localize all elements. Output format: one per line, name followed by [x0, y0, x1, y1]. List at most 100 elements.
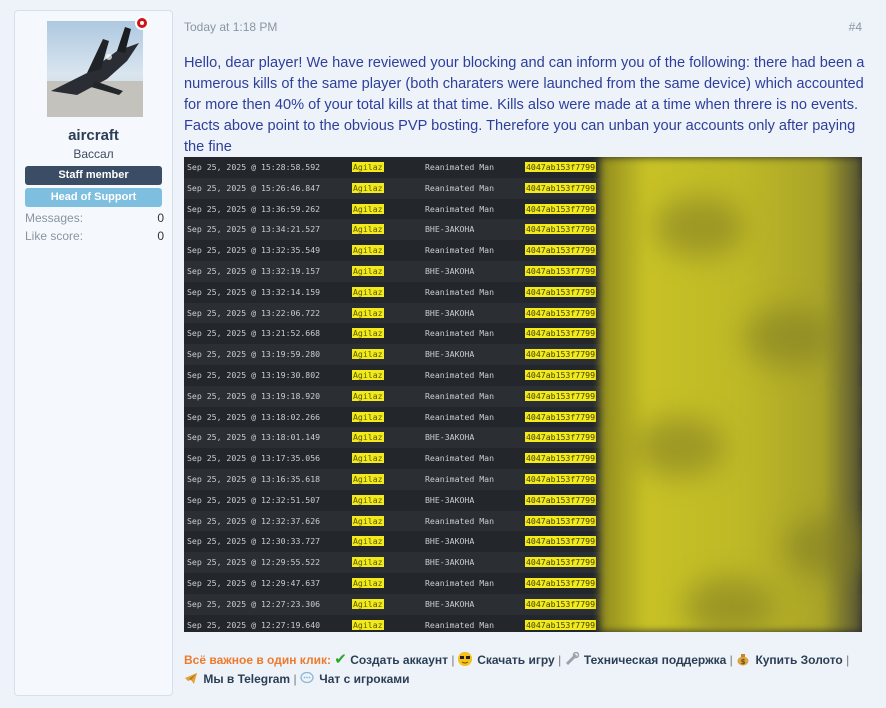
log-player-name: Agilaz	[352, 370, 384, 380]
log-character: Reanimated Man	[425, 162, 495, 172]
stat-label: Messages:	[25, 211, 84, 225]
redacted-blur	[744, 307, 834, 367]
username[interactable]: aircraft	[15, 127, 172, 144]
like-score-stat: Like score: 0	[25, 229, 164, 243]
log-device-id: 4047ab153f7799	[525, 557, 597, 568]
log-time: Sep 25, 2025 @ 13:32:35.549	[187, 245, 321, 256]
log-character: Reanimated Man	[425, 286, 495, 297]
log-player-name: Agilaz	[352, 598, 384, 609]
signature-link[interactable]: ✔ Создать аккаунт	[334, 651, 448, 668]
log-time: Sep 25, 2025 @ 12:27:19.640	[187, 619, 321, 630]
log-time: Sep 25, 2025 @ 15:26:46.847	[187, 182, 321, 193]
log-player-name: Agilaz	[352, 474, 384, 484]
log-device-id: 4047ab153f7799	[525, 578, 597, 588]
log-device-id: 4047ab153f7799	[525, 182, 597, 193]
log-time: Sep 25, 2025 @ 13:17:35.056	[187, 453, 321, 464]
signature-separator: |	[558, 653, 562, 667]
stat-label: Like score:	[25, 229, 84, 243]
kill-log-image[interactable]: Sep 25, 2025 @ 15:28:58.592 Agilaz Reanima…	[184, 157, 862, 632]
log-device-id: 4047ab153f7799	[525, 266, 597, 276]
log-time: Sep 25, 2025 @ 12:32:37.626	[187, 515, 321, 526]
svg-text:$: $	[741, 658, 746, 666]
signature: Всё важное в один клик: ✔ Создать аккаун…	[184, 650, 864, 689]
log-player-name: Agilaz	[352, 557, 384, 568]
signature-link-label: Скачать игру	[477, 653, 555, 667]
log-player-name: Agilaz	[352, 182, 384, 193]
log-time: Sep 25, 2025 @ 13:19:59.280	[187, 349, 321, 360]
log-player-name: Agilaz	[352, 536, 384, 547]
signature-separator: |	[729, 653, 733, 667]
log-character: Reanimated Man	[425, 245, 495, 256]
log-device-id: 4047ab153f7799	[525, 619, 597, 630]
log-character: Reanimated Man	[425, 370, 495, 380]
log-device-id: 4047ab153f7799	[525, 474, 597, 484]
signature-link-label: Мы в Telegram	[203, 672, 291, 686]
online-status-icon	[135, 16, 149, 30]
wrench-icon	[565, 651, 579, 666]
user-sidebar: aircraft Вассал Staff member Head of Sup…	[14, 10, 173, 696]
log-device-id: 4047ab153f7799	[525, 411, 597, 422]
log-device-id: 4047ab153f7799	[525, 432, 597, 443]
post-message: Hello, dear player! We have reviewed you…	[184, 55, 865, 155]
log-character: Reanimated Man	[425, 578, 495, 588]
log-device-id: 4047ab153f7799	[525, 162, 597, 172]
log-character: ВНЕ-ЗАКОНА	[425, 432, 475, 443]
log-character: Reanimated Man	[425, 203, 495, 214]
log-player-name: Agilaz	[352, 203, 384, 214]
redacted-blur	[634, 417, 724, 477]
log-time: Sep 25, 2025 @ 13:32:14.159	[187, 286, 321, 297]
check-icon: ✔	[334, 651, 347, 668]
log-player-name: Agilaz	[352, 349, 384, 360]
stat-value: 0	[157, 229, 164, 243]
log-time: Sep 25, 2025 @ 13:19:30.802	[187, 370, 321, 380]
log-character: ВНЕ-ЗАКОНА	[425, 536, 475, 547]
head-of-support-banner: Head of Support	[25, 188, 162, 207]
log-player-name: Agilaz	[352, 578, 384, 588]
log-device-id: 4047ab153f7799	[525, 245, 597, 256]
post-date[interactable]: Today at 1:18 PM	[184, 20, 277, 34]
signature-lead: Всё важное в один клик:	[184, 653, 331, 667]
log-time: Sep 25, 2025 @ 12:27:23.306	[187, 598, 321, 609]
log-character: ВНЕ-ЗАКОНА	[425, 307, 475, 318]
forum-post: aircraft Вассал Staff member Head of Sup…	[0, 0, 886, 708]
log-device-id: 4047ab153f7799	[525, 370, 597, 380]
log-character: Reanimated Man	[425, 390, 495, 401]
log-time: Sep 25, 2025 @ 13:16:35.618	[187, 474, 321, 484]
signature-link-label: Купить Золото	[755, 653, 843, 667]
log-player-name: Agilaz	[352, 494, 384, 505]
signature-link[interactable]: Скачать игру	[457, 652, 555, 667]
sunglasses-icon	[457, 652, 472, 666]
log-time: Sep 25, 2025 @ 13:19:18.920	[187, 390, 321, 401]
log-time: Sep 25, 2025 @ 13:18:01.149	[187, 432, 321, 443]
log-character: Reanimated Man	[425, 474, 495, 484]
log-player-name: Agilaz	[352, 245, 384, 256]
avatar[interactable]	[47, 21, 143, 117]
log-character: Reanimated Man	[425, 328, 495, 339]
log-device-id: 4047ab153f7799	[525, 349, 597, 360]
signature-link[interactable]: $ Купить Золото	[736, 653, 843, 667]
log-character: Reanimated Man	[425, 515, 495, 526]
signature-separator: |	[846, 653, 850, 667]
log-device-id: 4047ab153f7799	[525, 224, 597, 235]
log-time: Sep 25, 2025 @ 12:29:47.637	[187, 578, 321, 588]
log-player-name: Agilaz	[352, 307, 384, 318]
log-player-name: Agilaz	[352, 224, 384, 235]
log-device-id: 4047ab153f7799	[525, 598, 597, 609]
log-device-id: 4047ab153f7799	[525, 536, 597, 547]
log-player-name: Agilaz	[352, 390, 384, 401]
signature-link[interactable]: Чат с игроками	[300, 671, 410, 686]
jet-aircraft-icon	[47, 27, 143, 117]
log-device-id: 4047ab153f7799	[525, 515, 597, 526]
log-character: Reanimated Man	[425, 619, 495, 630]
log-player-name: Agilaz	[352, 453, 384, 464]
signature-link[interactable]: Техническая поддержка	[565, 651, 726, 667]
log-device-id: 4047ab153f7799	[525, 328, 597, 339]
log-character: ВНЕ-ЗАКОНА	[425, 224, 475, 235]
log-character: Reanimated Man	[425, 453, 495, 464]
signature-link[interactable]: Мы в Telegram	[184, 672, 290, 686]
staff-member-banner: Staff member	[25, 166, 162, 185]
log-device-id: 4047ab153f7799	[525, 494, 597, 505]
log-player-name: Agilaz	[352, 266, 384, 276]
post-number[interactable]: #4	[849, 20, 862, 34]
money-bag-icon: $	[736, 652, 750, 666]
